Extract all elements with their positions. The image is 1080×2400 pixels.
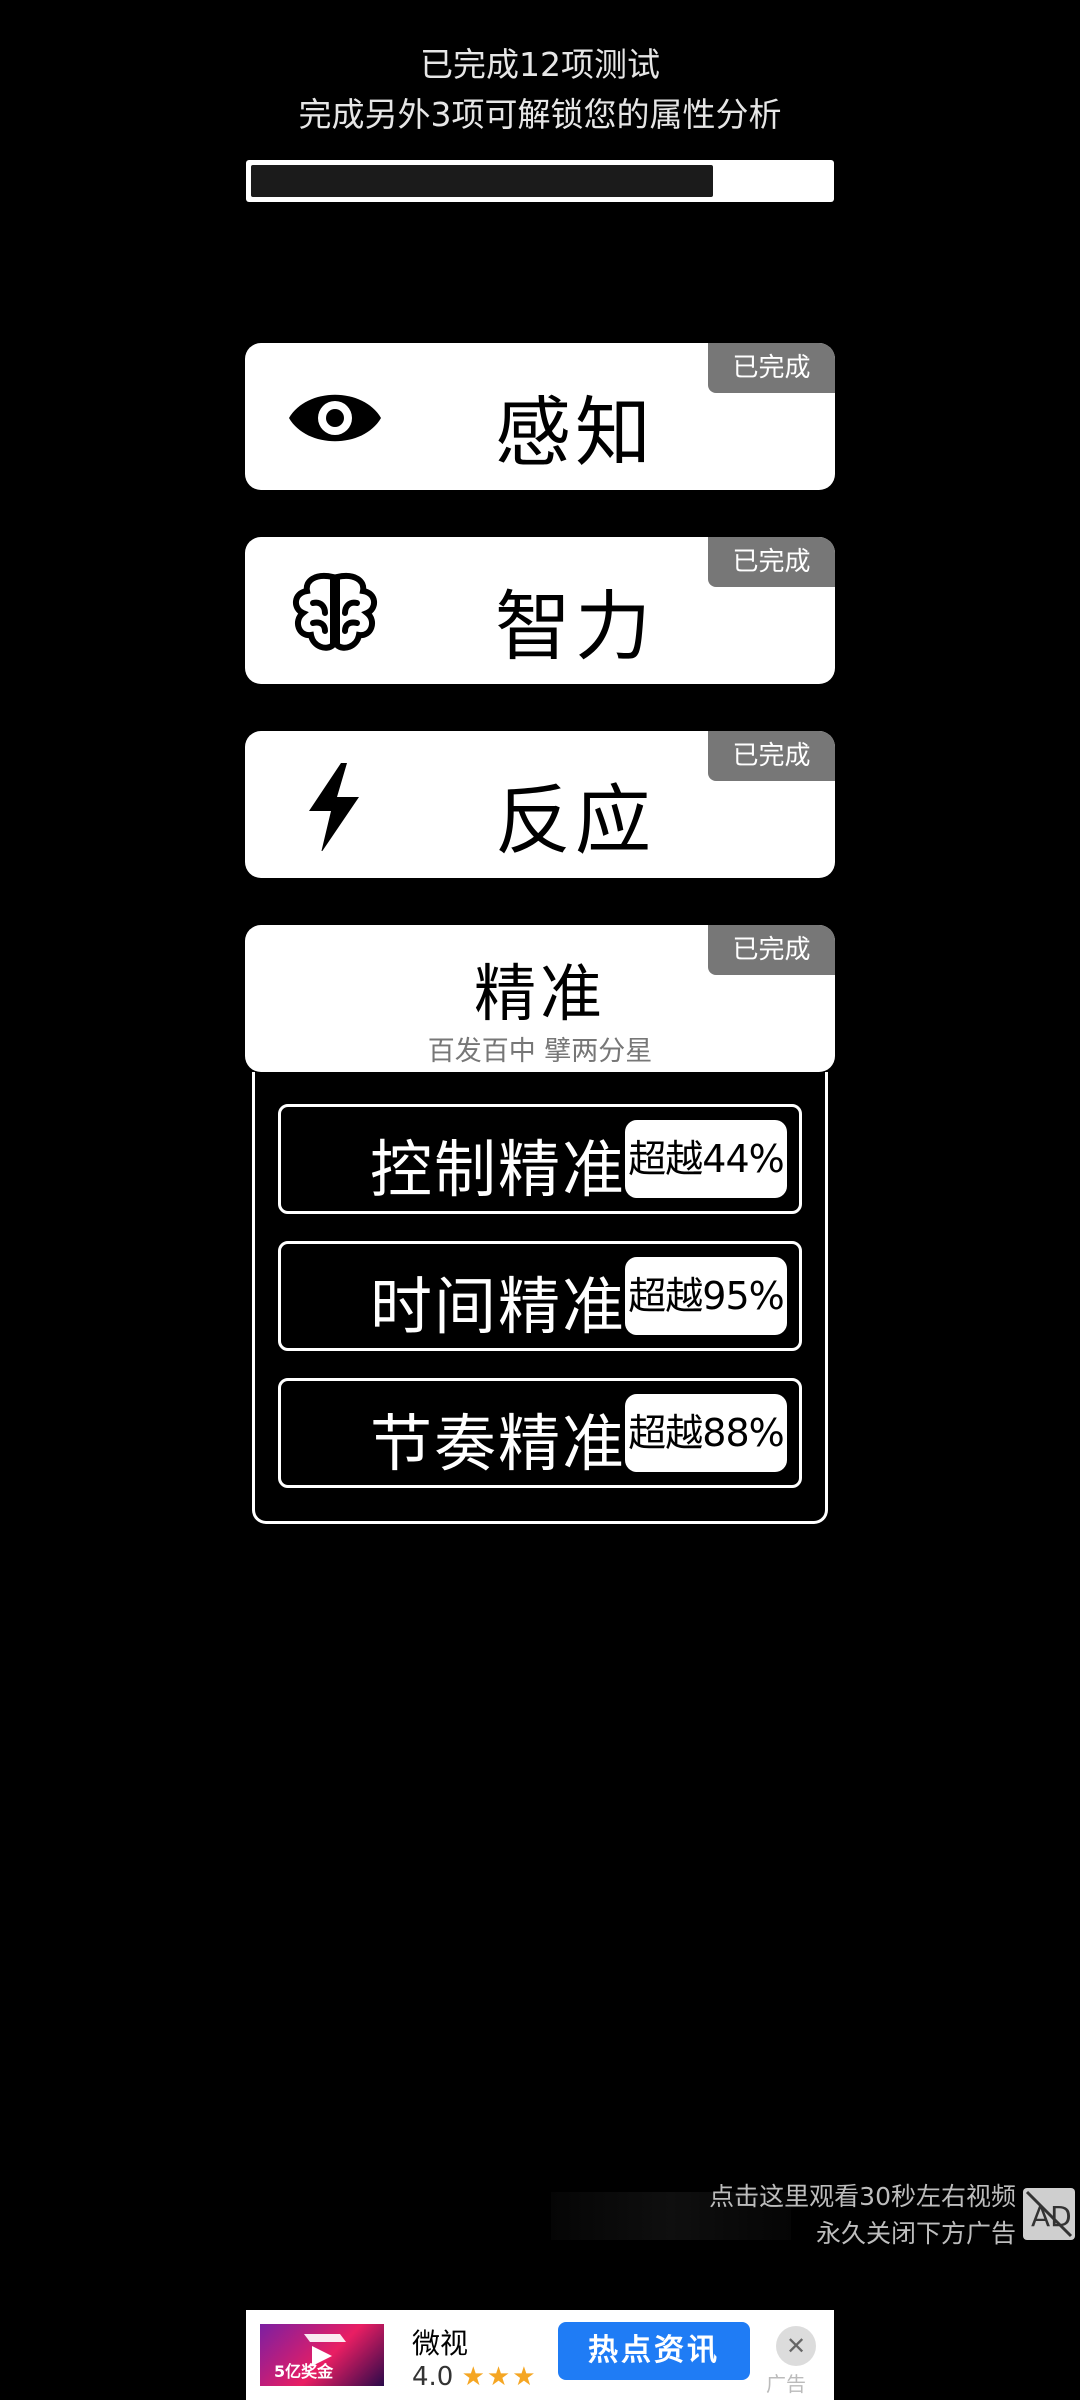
header: 已完成12项测试 完成另外3项可解锁您的属性分析: [0, 40, 1080, 140]
completed-badge: 已完成: [708, 343, 835, 393]
ad-app-name: 微视: [412, 2327, 469, 2360]
ad-hint-line1: 点击这里观看30秒左右视频: [709, 2182, 1016, 2211]
stat-time-precision: 时间精准 超越95%: [278, 1241, 802, 1351]
stat-name: 控制精准: [369, 1133, 626, 1206]
stat-name: 节奏精准: [369, 1407, 626, 1480]
card-intelligence[interactable]: 智力 已完成: [245, 537, 835, 684]
ad-rating: 4.0 ★★★: [412, 2362, 538, 2392]
completed-badge: 已完成: [708, 731, 835, 781]
progress-bar: [246, 160, 834, 202]
unlock-hint-text: 完成另外3项可解锁您的属性分析: [298, 95, 782, 134]
ad-thumb-text: 5亿奖金: [274, 2362, 334, 2381]
completed-count-text: 已完成12项测试: [420, 45, 660, 84]
banner-close-icon[interactable]: ✕: [776, 2326, 816, 2366]
ad-label: 广告: [766, 2372, 806, 2396]
stat-percentile: 超越95%: [625, 1257, 787, 1335]
ad-hint-line2: 永久关闭下方广告: [815, 2219, 1016, 2248]
stat-percentile: 超越44%: [625, 1120, 787, 1198]
stat-control-precision: 控制精准 超越44%: [278, 1104, 802, 1214]
card-precision[interactable]: 精准 百发百中 擘两分星 已完成: [245, 925, 835, 1072]
stat-rhythm-precision: 节奏精准 超越88%: [278, 1378, 802, 1488]
star-icon: ★★★: [461, 2362, 538, 2392]
completed-badge: 已完成: [708, 925, 835, 975]
ad-close-icon[interactable]: AD: [1023, 2188, 1075, 2240]
completed-badge: 已完成: [708, 537, 835, 587]
ad-rating-value: 4.0: [412, 2362, 454, 2392]
card-reaction[interactable]: 反应 已完成: [245, 731, 835, 878]
card-subtitle: 百发百中 擘两分星: [427, 1036, 653, 1067]
ad-cta-button[interactable]: 热点资讯: [558, 2322, 750, 2380]
progress-fill: [251, 165, 713, 197]
watch-video-to-remove-ads-link[interactable]: 点击这里观看30秒左右视频 永久关闭下方广告: [709, 2178, 1016, 2252]
stat-name: 时间精准: [369, 1270, 626, 1343]
ad-banner[interactable]: 5亿奖金 微视 4.0 ★★★ 热点资讯 ✕ 广告: [246, 2310, 834, 2400]
card-perception[interactable]: 感知 已完成: [245, 343, 835, 490]
stat-percentile: 超越88%: [625, 1394, 787, 1472]
